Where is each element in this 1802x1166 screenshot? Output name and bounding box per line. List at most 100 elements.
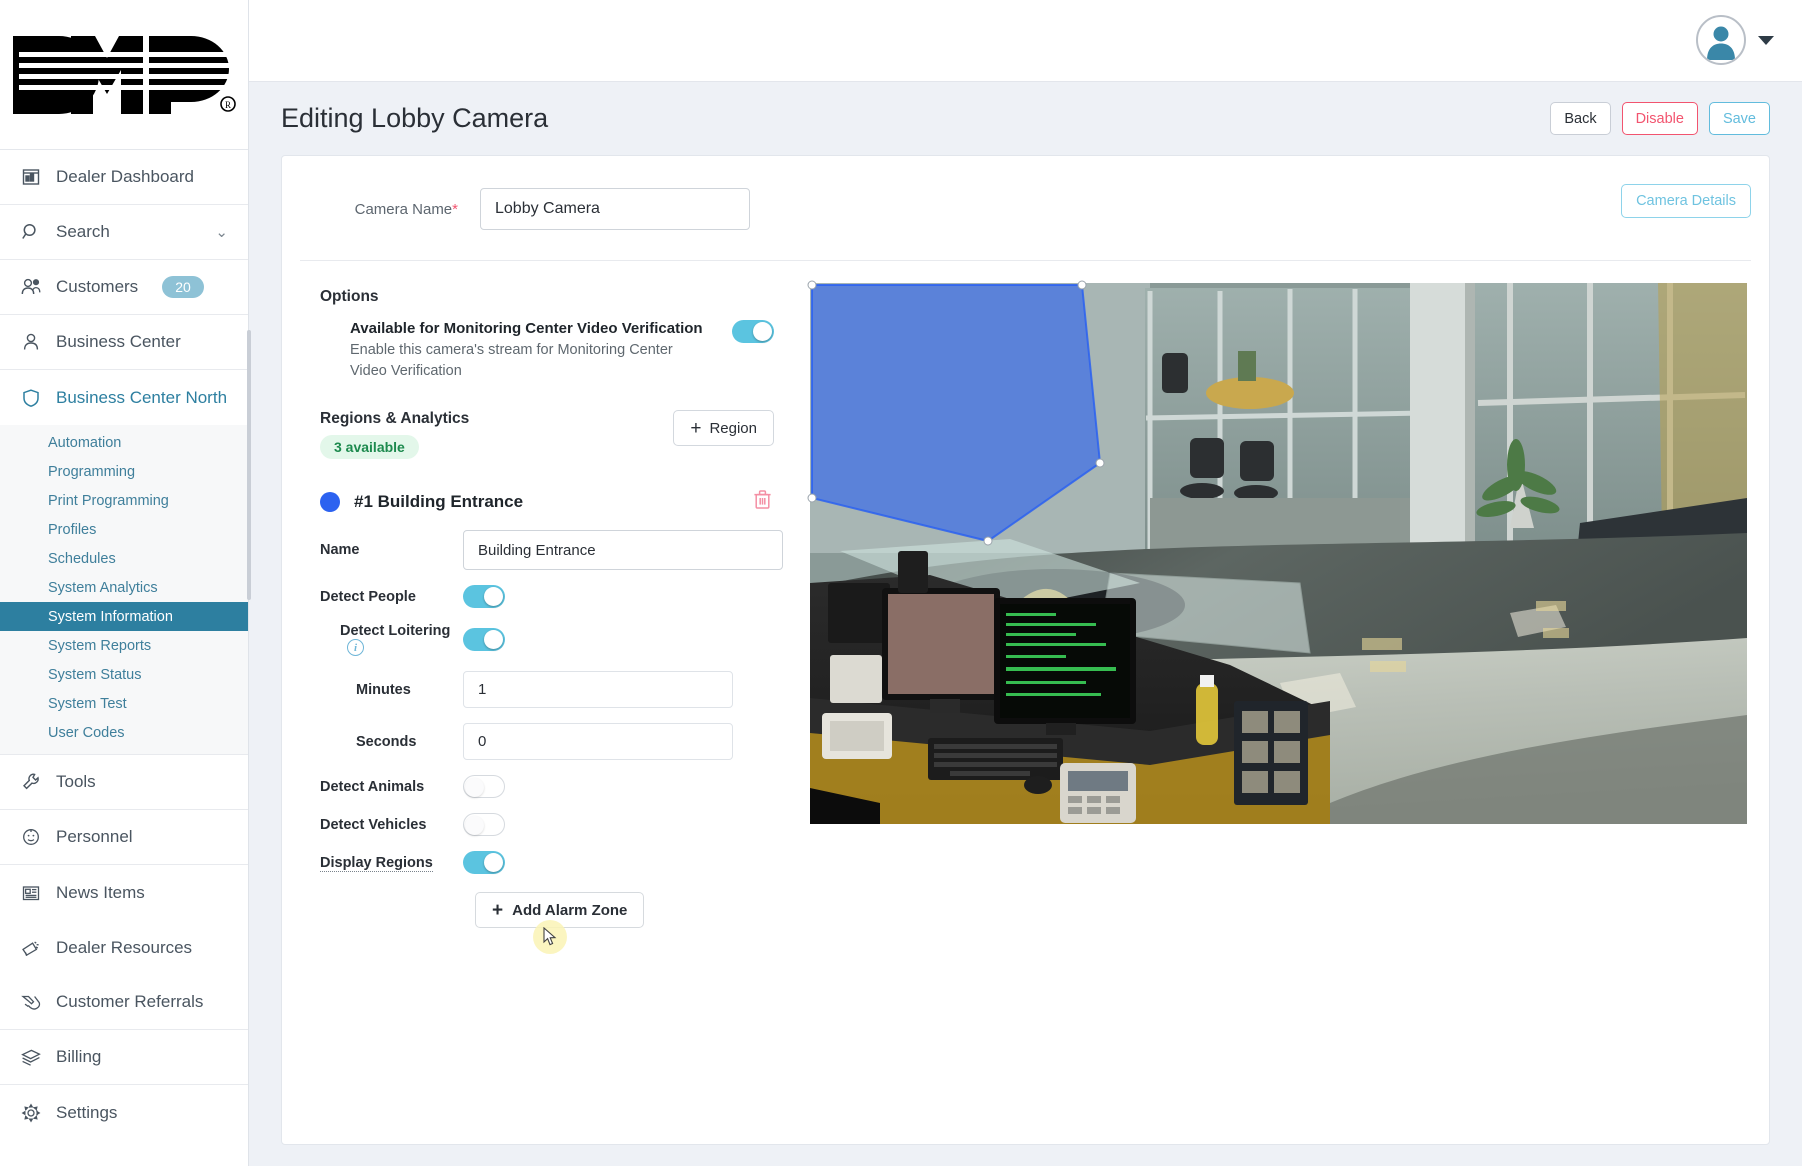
- detect-animals-row: Detect Animals: [308, 775, 784, 799]
- lobby-camera-preview[interactable]: [807, 280, 1747, 824]
- detect-loitering-label-text: Detect Loitering: [340, 623, 451, 640]
- info-icon[interactable]: i: [347, 639, 364, 657]
- detect-people-toggle[interactable]: [463, 585, 505, 609]
- sidebar-item-print-programming[interactable]: Print Programming: [0, 486, 248, 515]
- sidebar-subitem-label: System Reports: [48, 637, 152, 654]
- detect-people-row: Detect People: [308, 585, 784, 609]
- sidebar-item-label: Business Center North: [56, 387, 228, 407]
- customers-icon: [20, 276, 42, 298]
- sidebar-item-system-status[interactable]: System Status: [0, 660, 248, 689]
- mouse-cursor-highlight: [533, 920, 567, 955]
- camera-name-row: Camera Name* Camera Details: [300, 156, 1751, 261]
- region-name-input[interactable]: [463, 530, 783, 571]
- region-title: #1 Building Entrance: [354, 492, 524, 512]
- regions-analytics-row: Regions & Analytics 3 available + Region: [308, 410, 784, 460]
- trash-icon: [754, 490, 771, 509]
- add-alarm-zone-row: + Add Alarm Zone: [308, 892, 784, 955]
- sidebar-item-personnel[interactable]: Personnel: [0, 810, 248, 865]
- detect-vehicles-row: Detect Vehicles: [308, 813, 784, 837]
- sidebar-item-label: Search: [56, 222, 110, 241]
- page-title: Editing Lobby Camera: [281, 103, 549, 133]
- dmp-logo[interactable]: R: [0, 0, 248, 150]
- region-handle[interactable]: [807, 280, 817, 290]
- avatar[interactable]: [1696, 15, 1746, 65]
- gear-icon: [20, 1102, 42, 1124]
- region-color-dot: [320, 492, 340, 513]
- display-regions-label: Display Regions: [308, 854, 463, 872]
- sidebar-item-settings[interactable]: Settings: [0, 1085, 248, 1140]
- region-handle[interactable]: [807, 493, 817, 503]
- sidebar-item-profiles[interactable]: Profiles: [0, 515, 248, 544]
- monitoring-option-title: Available for Monitoring Center Video Ve…: [350, 320, 703, 337]
- back-button[interactable]: Back: [1550, 102, 1611, 135]
- detect-vehicles-toggle[interactable]: [463, 813, 505, 837]
- sidebar-item-business-center-north[interactable]: Business Center North: [0, 370, 248, 425]
- camera-details-button[interactable]: Camera Details: [1621, 184, 1751, 218]
- sidebar-item-label: Business Center: [56, 332, 181, 351]
- sidebar-item-dealer-dashboard[interactable]: Dealer Dashboard: [0, 150, 248, 205]
- customers-count-badge: 20: [162, 276, 204, 298]
- plus-icon: +: [690, 417, 702, 439]
- sidebar-item-label: Dealer Dashboard: [56, 167, 194, 186]
- sidebar-item-schedules[interactable]: Schedules: [0, 544, 248, 573]
- seconds-input[interactable]: [463, 723, 733, 761]
- sidebar-subitem-label: User Codes: [48, 724, 125, 741]
- region-handle[interactable]: [1095, 458, 1105, 468]
- detect-vehicles-label: Detect Vehicles: [320, 816, 427, 833]
- sidebar-item-billing[interactable]: Billing: [0, 1030, 248, 1085]
- sidebar-item-user-codes[interactable]: User Codes: [0, 718, 248, 747]
- detect-animals-toggle[interactable]: [463, 775, 505, 799]
- sidebar-item-tools[interactable]: Tools: [0, 755, 248, 810]
- sidebar-scrollbar[interactable]: [247, 330, 251, 600]
- sidebar-item-search[interactable]: Search ⌄: [0, 205, 248, 260]
- sidebar-item-news-items[interactable]: News Items: [0, 865, 248, 920]
- sidebar-item-label: Customer Referrals: [56, 992, 204, 1011]
- sidebar-item-dealer-resources[interactable]: Dealer Resources: [0, 920, 248, 975]
- monitoring-toggle[interactable]: [732, 320, 774, 343]
- add-region-button[interactable]: + Region: [673, 410, 774, 447]
- sidebar-subitem-label: Automation: [48, 434, 122, 451]
- disable-button[interactable]: Disable: [1621, 102, 1698, 135]
- region-name-row: Name: [308, 530, 784, 571]
- sidebar-item-label: Tools: [56, 772, 96, 791]
- cursor-icon: [543, 927, 557, 946]
- add-alarm-zone-label: Add Alarm Zone: [512, 901, 628, 919]
- dashboard-icon: [20, 166, 42, 188]
- chevron-down-icon[interactable]: [1758, 35, 1774, 45]
- sidebar-item-system-information[interactable]: System Information: [0, 602, 248, 631]
- display-regions-row: Display Regions: [308, 851, 784, 875]
- sidebar-item-customers[interactable]: Customers 20: [0, 260, 248, 315]
- sidebar-item-automation[interactable]: Automation: [0, 428, 248, 457]
- handshake-icon: [20, 991, 42, 1013]
- region-overlay[interactable]: [810, 283, 1747, 824]
- minutes-input[interactable]: [463, 671, 733, 709]
- person-icon: [20, 331, 42, 353]
- wrench-icon: [20, 771, 42, 793]
- camera-name-input[interactable]: [480, 188, 750, 230]
- sidebar-item-customer-referrals[interactable]: Customer Referrals: [0, 975, 248, 1030]
- detect-loitering-row: Detect Loiteringi: [308, 623, 784, 657]
- display-regions-toggle[interactable]: [463, 851, 505, 875]
- sidebar-item-programming[interactable]: Programming: [0, 457, 248, 486]
- sidebar-item-system-reports[interactable]: System Reports: [0, 631, 248, 660]
- save-button[interactable]: Save: [1708, 102, 1770, 135]
- sidebar-item-system-analytics[interactable]: System Analytics: [0, 573, 248, 602]
- chevron-down-icon[interactable]: ⌄: [215, 225, 228, 240]
- user-avatar-icon: [1707, 26, 1735, 60]
- detect-loitering-toggle[interactable]: [463, 628, 505, 652]
- sidebar-item-business-center[interactable]: Business Center: [0, 315, 248, 370]
- region-handle[interactable]: [983, 536, 993, 546]
- region-handle[interactable]: [1077, 280, 1087, 290]
- sidebar-item-system-test[interactable]: System Test: [0, 689, 248, 718]
- monitoring-option-row: Available for Monitoring Center Video Ve…: [308, 320, 784, 382]
- detect-loitering-label: Detect Loiteringi: [308, 623, 463, 657]
- sidebar-subitem-label: Profiles: [48, 521, 97, 538]
- svg-text:R: R: [225, 100, 231, 110]
- options-section-title: Options: [320, 288, 379, 305]
- detect-animals-label: Detect Animals: [320, 778, 425, 795]
- delete-region-button[interactable]: [753, 489, 772, 515]
- account-menu[interactable]: [1696, 15, 1774, 65]
- regions-section-title: Regions & Analytics: [320, 410, 470, 428]
- seconds-label: Seconds: [356, 733, 417, 750]
- header-actions: Back Disable Save: [1550, 102, 1770, 135]
